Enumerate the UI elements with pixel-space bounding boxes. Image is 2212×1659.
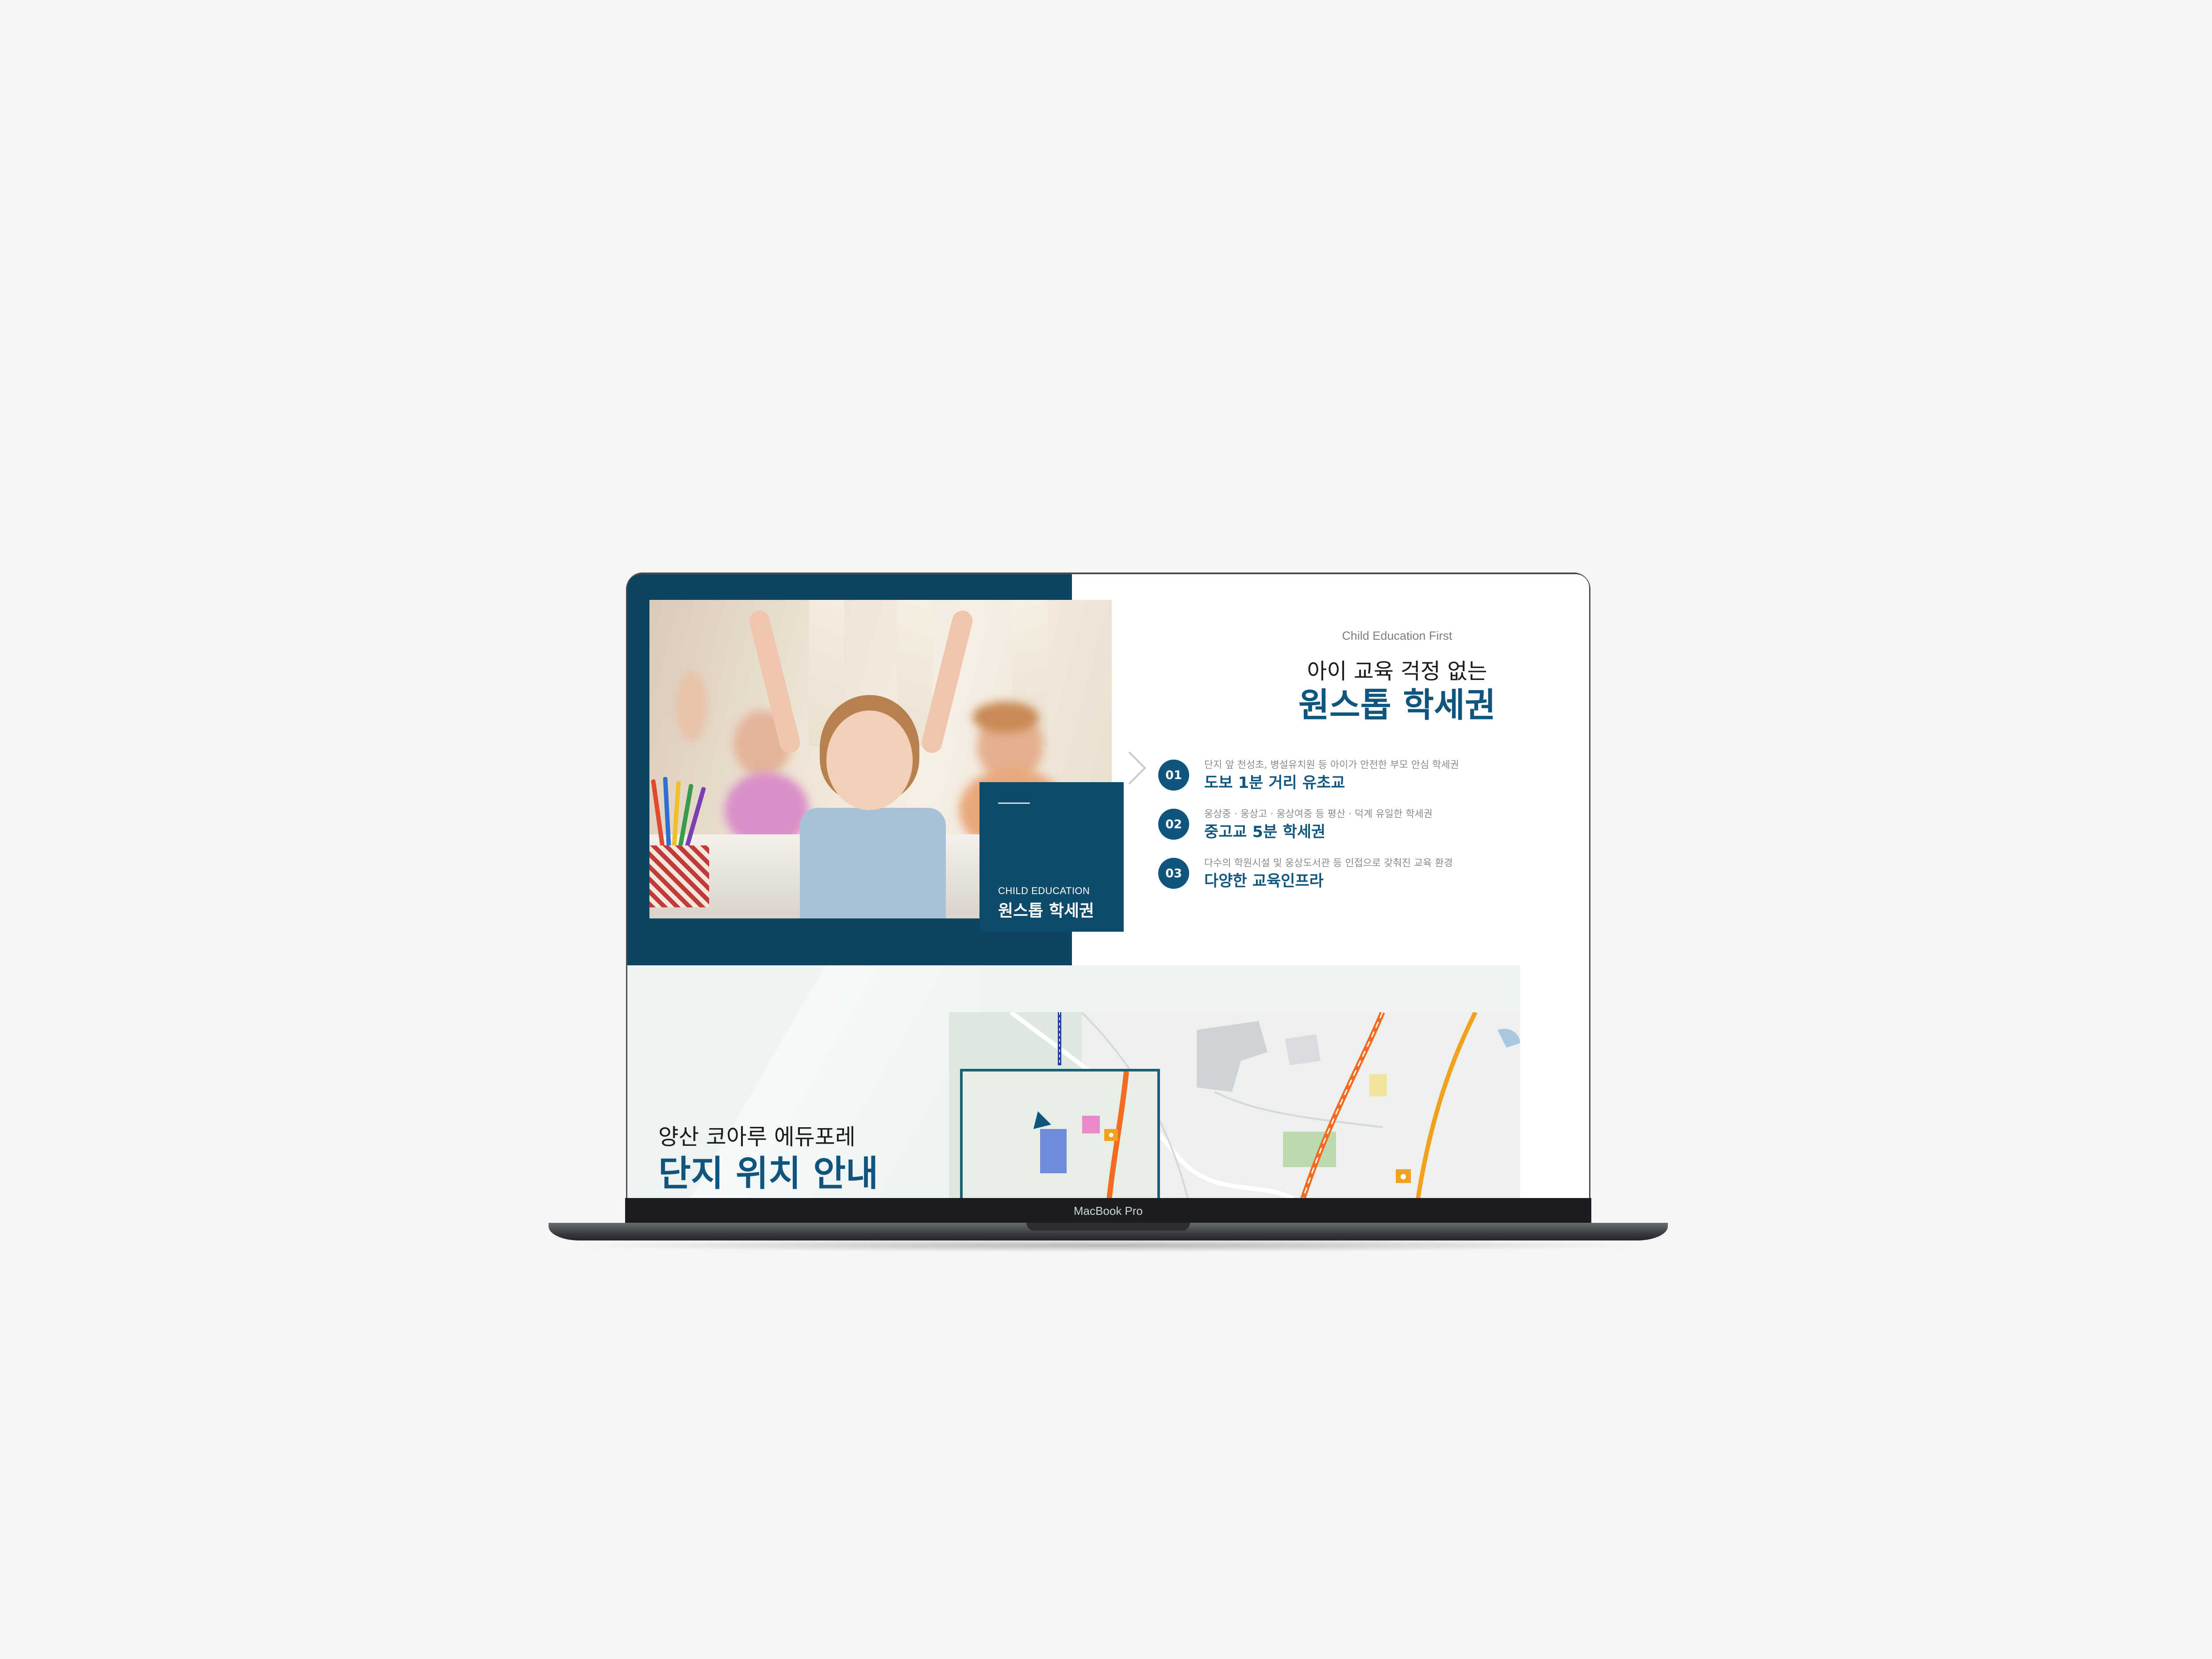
- feature-item: 01 단지 앞 천성초, 병설유치원 등 아이가 안전한 부모 안심 학세권 도…: [1158, 757, 1512, 792]
- laptop-shadow: [575, 1239, 1641, 1252]
- feature-description: 단지 앞 천성초, 병설유치원 등 아이가 안전한 부모 안심 학세권: [1204, 760, 1459, 771]
- caption-korean: 원스톱 학세권: [998, 901, 1094, 920]
- feature-number: 01: [1158, 760, 1189, 791]
- laptop-notch: [1026, 1223, 1190, 1231]
- section-title: 원스톱 학세권: [1298, 685, 1496, 725]
- section-eyebrow: Child Education First: [1342, 629, 1452, 642]
- feature-title: 중고교 5분 학세권: [1204, 823, 1326, 841]
- feature-title: 다양한 교육인프라: [1204, 872, 1324, 890]
- feature-number: 03: [1158, 858, 1189, 889]
- feature-description: 웅상중 · 웅상고 · 웅상여중 등 평산 · 덕계 유일한 학세권: [1204, 809, 1432, 820]
- feature-item: 02 웅상중 · 웅상고 · 웅상여중 등 평산 · 덕계 유일한 학세권 중고…: [1158, 806, 1512, 841]
- caption-divider: [998, 803, 1030, 804]
- caption-english: CHILD EDUCATION: [998, 885, 1090, 896]
- feature-title: 도보 1분 거리 유초교: [1204, 774, 1345, 792]
- location-title: 단지 위치 안내: [658, 1153, 879, 1194]
- device-label: MacBook Pro: [1073, 1204, 1143, 1217]
- location-map[interactable]: ● ●: [949, 1012, 1520, 1199]
- laptop-screen: CHILD EDUCATION 원스톱 학세권 Child Education …: [627, 574, 1589, 1199]
- chevron-right-icon: [1128, 751, 1146, 785]
- feature-description: 다수의 학원시설 및 웅상도서관 등 인접으로 갖춰진 교육 환경: [1204, 858, 1453, 869]
- feature-item: 03 다수의 학원시설 및 웅상도서관 등 인접으로 갖춰진 교육 환경 다양한…: [1158, 855, 1512, 891]
- feature-number: 02: [1158, 809, 1189, 840]
